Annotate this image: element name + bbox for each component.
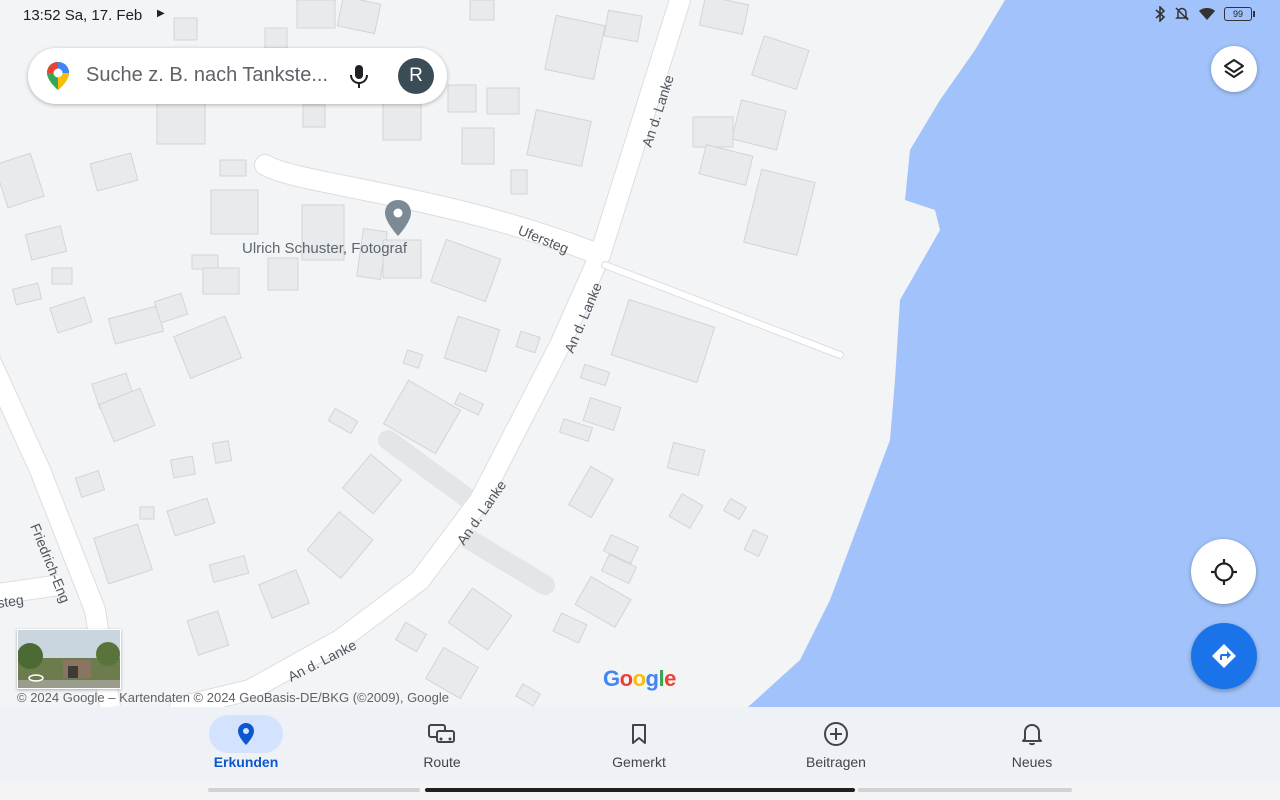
gesture-handle[interactable] xyxy=(425,788,855,792)
crosshair-icon xyxy=(1210,558,1237,585)
directions-icon xyxy=(1212,644,1236,668)
street-view-thumbnail[interactable] xyxy=(17,629,121,689)
nav-label: Beitragen xyxy=(806,754,866,770)
bell-muted-icon xyxy=(1175,7,1189,21)
explore-pin-icon xyxy=(238,723,254,745)
nav-label: Erkunden xyxy=(213,754,279,770)
nav-saved[interactable]: Gemerkt xyxy=(579,707,699,781)
plus-circle-icon xyxy=(824,722,848,746)
microphone-icon[interactable] xyxy=(348,63,370,89)
status-icons: 99 xyxy=(1154,6,1255,22)
my-location-button[interactable] xyxy=(1191,539,1256,604)
nav-label: Neues xyxy=(1011,754,1053,770)
battery-indicator: 99 xyxy=(1224,7,1255,21)
nav-updates[interactable]: Neues xyxy=(972,707,1092,781)
bluetooth-icon xyxy=(1155,6,1166,22)
avatar[interactable]: R xyxy=(398,58,434,94)
map-copyright: © 2024 Google – Kartendaten © 2024 GeoBa… xyxy=(17,690,449,705)
bell-icon xyxy=(1022,724,1042,746)
map-view[interactable]: An d. Lanke An d. Lanke An d. Lanke An d… xyxy=(0,0,1280,707)
gesture-handle-right xyxy=(858,788,1072,792)
poi-label[interactable]: Ulrich Schuster, Fotograf xyxy=(242,240,407,257)
play-icon: ▶ xyxy=(157,8,165,19)
status-bar: 13:52 Sa, 17. Feb ▶ 99 xyxy=(0,0,1280,32)
nav-explore[interactable]: Erkunden xyxy=(186,707,306,781)
nav-route[interactable]: Route xyxy=(382,707,502,781)
nav-label: Route xyxy=(423,754,461,770)
layers-icon xyxy=(1224,59,1244,78)
google-logo: Google xyxy=(603,666,676,691)
search-input[interactable]: Suche z. B. nach Tankste... xyxy=(86,64,328,87)
nav-label: Gemerkt xyxy=(612,754,666,770)
directions-button[interactable] xyxy=(1191,623,1257,689)
bottom-navigation: Erkunden Route Gemerkt Beitragen Neues xyxy=(0,707,1280,781)
nav-contribute[interactable]: Beitragen xyxy=(776,707,896,781)
status-time: 13:52 Sa, 17. Feb xyxy=(23,7,143,24)
search-bar[interactable]: Suche z. B. nach Tankste... R xyxy=(28,48,447,104)
wifi-icon xyxy=(1199,8,1215,20)
bookmark-icon xyxy=(632,724,646,744)
car-icon xyxy=(428,724,455,743)
maps-logo-icon xyxy=(47,62,69,90)
layers-button[interactable] xyxy=(1211,46,1257,92)
gesture-handle-left xyxy=(208,788,420,792)
